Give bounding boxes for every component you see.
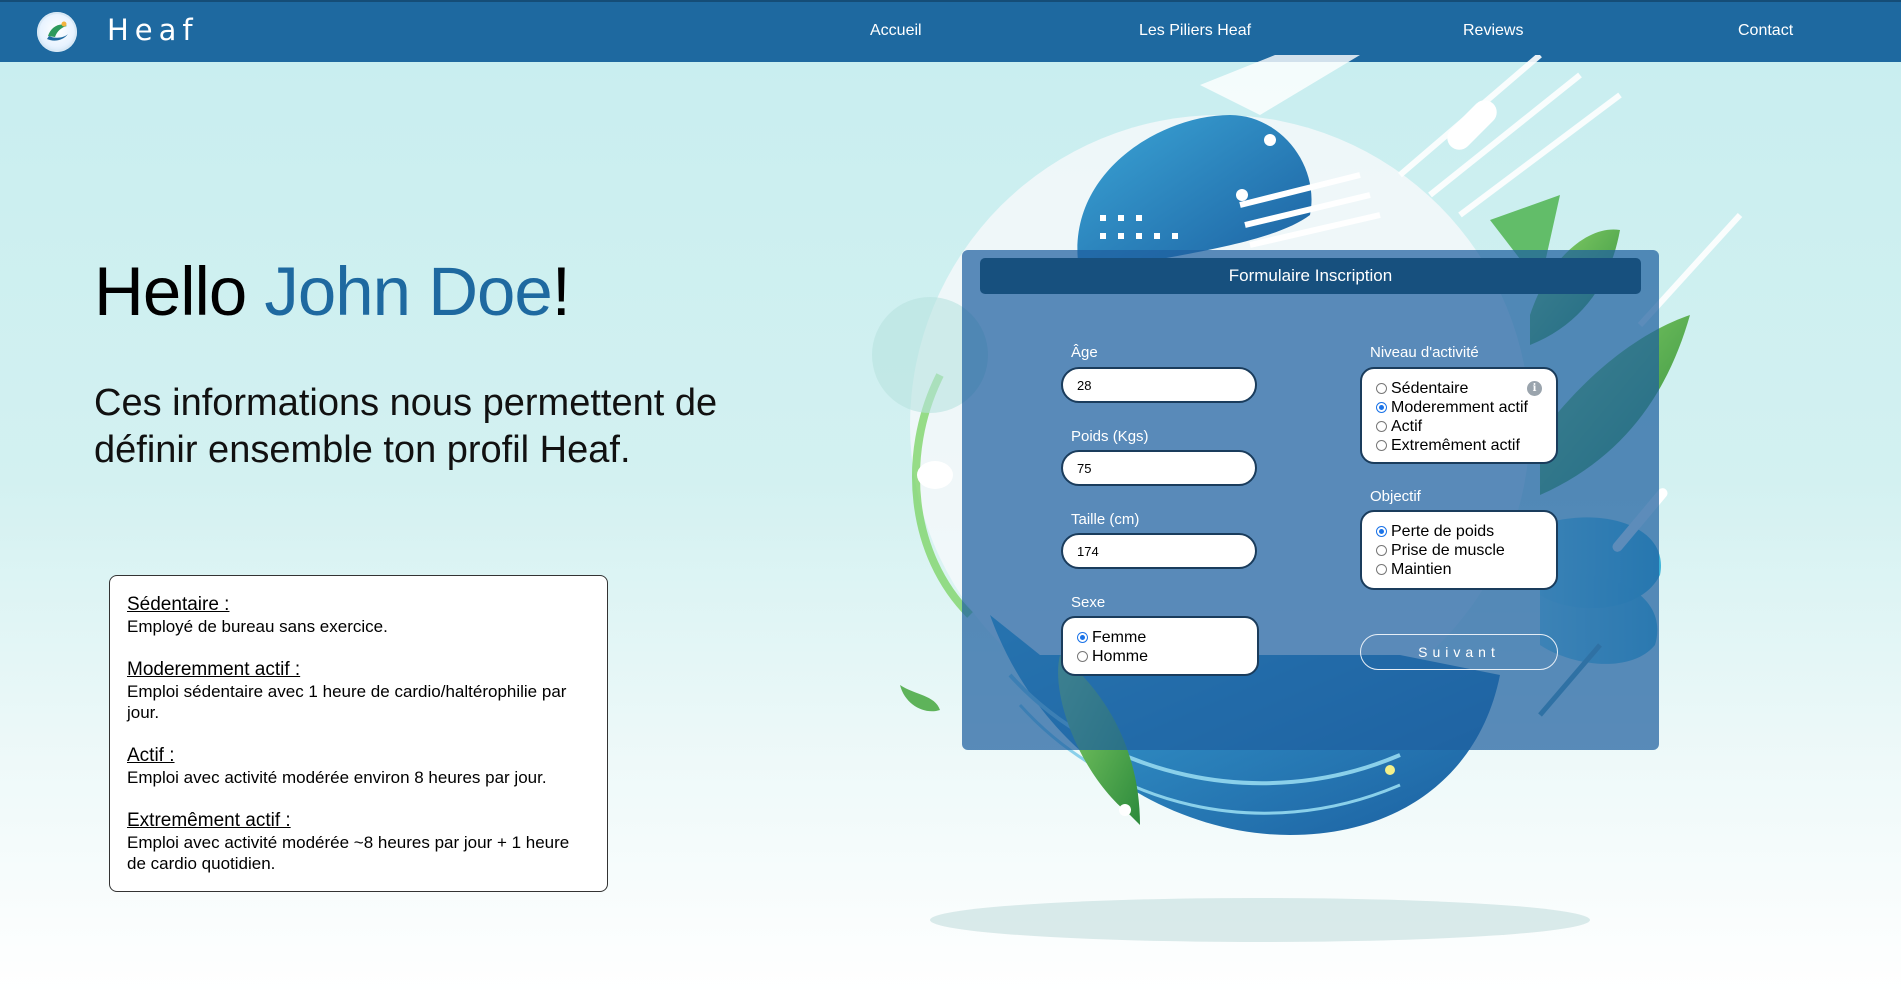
radio-label: Moderemment actif <box>1391 398 1528 416</box>
radio-button[interactable] <box>1376 402 1387 413</box>
page-title: Hello John Doe! <box>94 252 571 331</box>
brand-name[interactable]: Heaf <box>107 13 199 47</box>
info-title: Moderemment actif : <box>127 659 301 680</box>
radio-option-extremement-actif[interactable]: Extremêment actif <box>1376 436 1542 455</box>
nav-link-reviews[interactable]: Reviews <box>1463 22 1523 40</box>
info-title: Extremêment actif : <box>127 810 291 831</box>
logo-icon[interactable] <box>37 12 77 52</box>
info-title: Sédentaire : <box>127 594 230 615</box>
radio-label: Prise de muscle <box>1391 541 1505 559</box>
radio-option-perte-de-poids[interactable]: Perte de poids <box>1376 522 1542 541</box>
nav-link-accueil[interactable]: Accueil <box>870 22 922 40</box>
radio-button[interactable] <box>1077 632 1088 643</box>
radio-option-actif[interactable]: Actif <box>1376 417 1542 436</box>
radio-label: Sédentaire <box>1391 379 1469 397</box>
activity-info-box: Sédentaire : Employé de bureau sans exer… <box>109 575 608 892</box>
info-desc: Employé de bureau sans exercice. <box>127 617 388 636</box>
radio-button[interactable] <box>1376 564 1387 575</box>
info-item-sedentaire: Sédentaire : Employé de bureau sans exer… <box>127 594 590 637</box>
radio-option-homme[interactable]: Homme <box>1077 647 1243 666</box>
greeting-text: Hello <box>94 253 265 330</box>
radio-label: Femme <box>1092 628 1147 646</box>
weight-input[interactable] <box>1061 450 1257 486</box>
info-desc: Emploi avec activité modérée ~8 heures p… <box>127 833 570 873</box>
objective-radio-group: Perte de poids Prise de muscle Maintien <box>1360 510 1558 590</box>
info-item-moderemment-actif: Moderemment actif : Emploi sédentaire av… <box>127 659 590 723</box>
height-label: Taille (cm) <box>1071 511 1140 528</box>
radio-label: Maintien <box>1391 560 1452 578</box>
radio-button[interactable] <box>1376 526 1387 537</box>
weight-label: Poids (Kgs) <box>1071 428 1149 445</box>
nav-link-contact[interactable]: Contact <box>1738 22 1793 40</box>
sex-label: Sexe <box>1071 594 1106 611</box>
age-input[interactable] <box>1061 367 1257 403</box>
height-input[interactable] <box>1061 533 1257 569</box>
objective-label: Objectif <box>1370 488 1421 505</box>
info-desc: Emploi avec activité modérée environ 8 h… <box>127 768 547 787</box>
page-subtitle: Ces informations nous permettent de défi… <box>94 382 718 471</box>
radio-option-prise-de-muscle[interactable]: Prise de muscle <box>1376 541 1542 560</box>
radio-label: Perte de poids <box>1391 522 1495 540</box>
radio-button[interactable] <box>1077 651 1088 662</box>
radio-button[interactable] <box>1376 545 1387 556</box>
age-label: Âge <box>1071 344 1098 361</box>
info-icon[interactable]: i <box>1527 381 1542 396</box>
radio-label: Actif <box>1391 417 1423 435</box>
next-button[interactable]: Suivant <box>1360 634 1558 670</box>
info-title: Actif : <box>127 745 175 766</box>
radio-button[interactable] <box>1376 440 1387 451</box>
info-desc: Emploi sédentaire avec 1 heure de cardio… <box>127 682 567 722</box>
form-title: Formulaire Inscription <box>980 258 1641 294</box>
radio-option-femme[interactable]: Femme <box>1077 628 1243 647</box>
activity-label: Niveau d'activité <box>1370 344 1479 361</box>
greeting-exclaim: ! <box>551 253 571 330</box>
radio-option-maintien[interactable]: Maintien <box>1376 560 1542 579</box>
user-name: John Doe <box>264 253 552 330</box>
radio-label: Extremêment actif <box>1391 436 1520 454</box>
info-item-extremement-actif: Extremêment actif : Emploi avec activité… <box>127 810 590 874</box>
radio-button[interactable] <box>1376 421 1387 432</box>
radio-label: Homme <box>1092 647 1149 665</box>
sex-radio-group: Femme Homme <box>1061 616 1259 676</box>
nav-link-piliers[interactable]: Les Piliers Heaf <box>1139 22 1251 40</box>
activity-radio-group: i Sédentaire Moderemment actif Actif Ext… <box>1360 367 1558 464</box>
radio-option-sedentaire[interactable]: Sédentaire <box>1376 379 1542 398</box>
radio-button[interactable] <box>1376 383 1387 394</box>
info-item-actif: Actif : Emploi avec activité modérée env… <box>127 745 590 788</box>
signup-form: Formulaire Inscription Âge Poids (Kgs) T… <box>962 250 1659 750</box>
radio-option-moderemment-actif[interactable]: Moderemment actif <box>1376 398 1542 417</box>
navbar: Heaf Accueil Les Piliers Heaf Reviews Co… <box>0 0 1901 62</box>
